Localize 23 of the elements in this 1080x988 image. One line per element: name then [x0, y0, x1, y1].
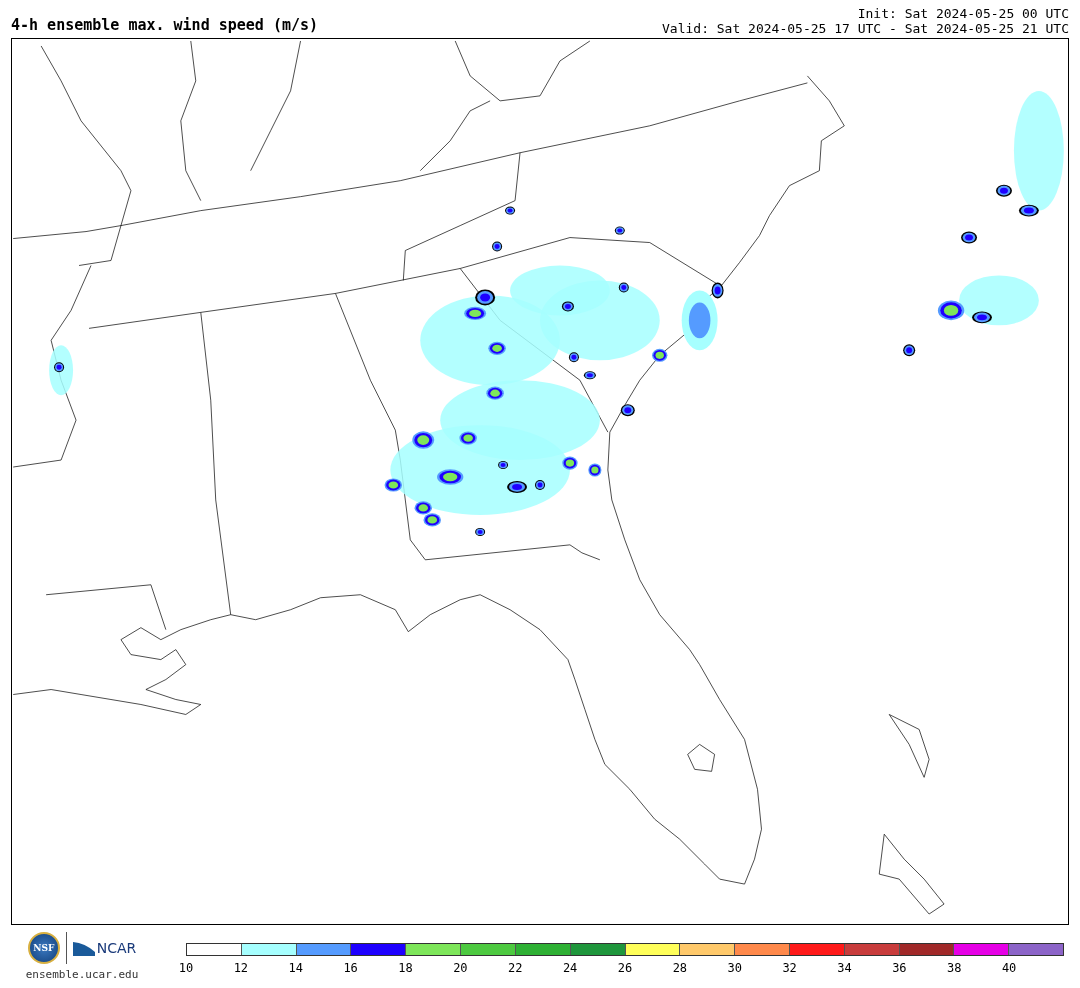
tick-label: 18 [398, 961, 413, 975]
tick-label: 16 [343, 961, 358, 975]
tick-label: 10 [178, 961, 194, 975]
website-url: ensemble.ucar.edu [25, 968, 139, 981]
tick-label: 20 [453, 961, 468, 975]
init-time: Init: Sat 2024-05-25 00 UTC [857, 6, 1069, 21]
tick-label: 32 [782, 961, 797, 975]
tick-label: 26 [617, 961, 633, 975]
tick-label: 34 [837, 961, 852, 975]
tick-label: 14 [288, 961, 303, 975]
tick-label: 30 [727, 961, 742, 975]
chart-title: 4-h ensemble max. wind speed (m/s) [11, 16, 319, 36]
tick-label: 36 [892, 961, 907, 975]
tick-label: 12 [233, 961, 249, 975]
ncar-logo-icon [72, 940, 95, 956]
tick-label: 22 [508, 961, 523, 975]
tick-label: 40 [1001, 961, 1017, 975]
tick-label: 28 [672, 961, 688, 975]
tick-label: 24 [562, 961, 578, 975]
valid-time: Valid: Sat 2024-05-25 17 UTC - Sat 2024-05-25 21 UTC [662, 21, 1069, 36]
nsf-logo: NSF [27, 932, 60, 964]
tick-label: 38 [947, 961, 962, 975]
ncar-logo-text: NCAR [96, 940, 137, 956]
